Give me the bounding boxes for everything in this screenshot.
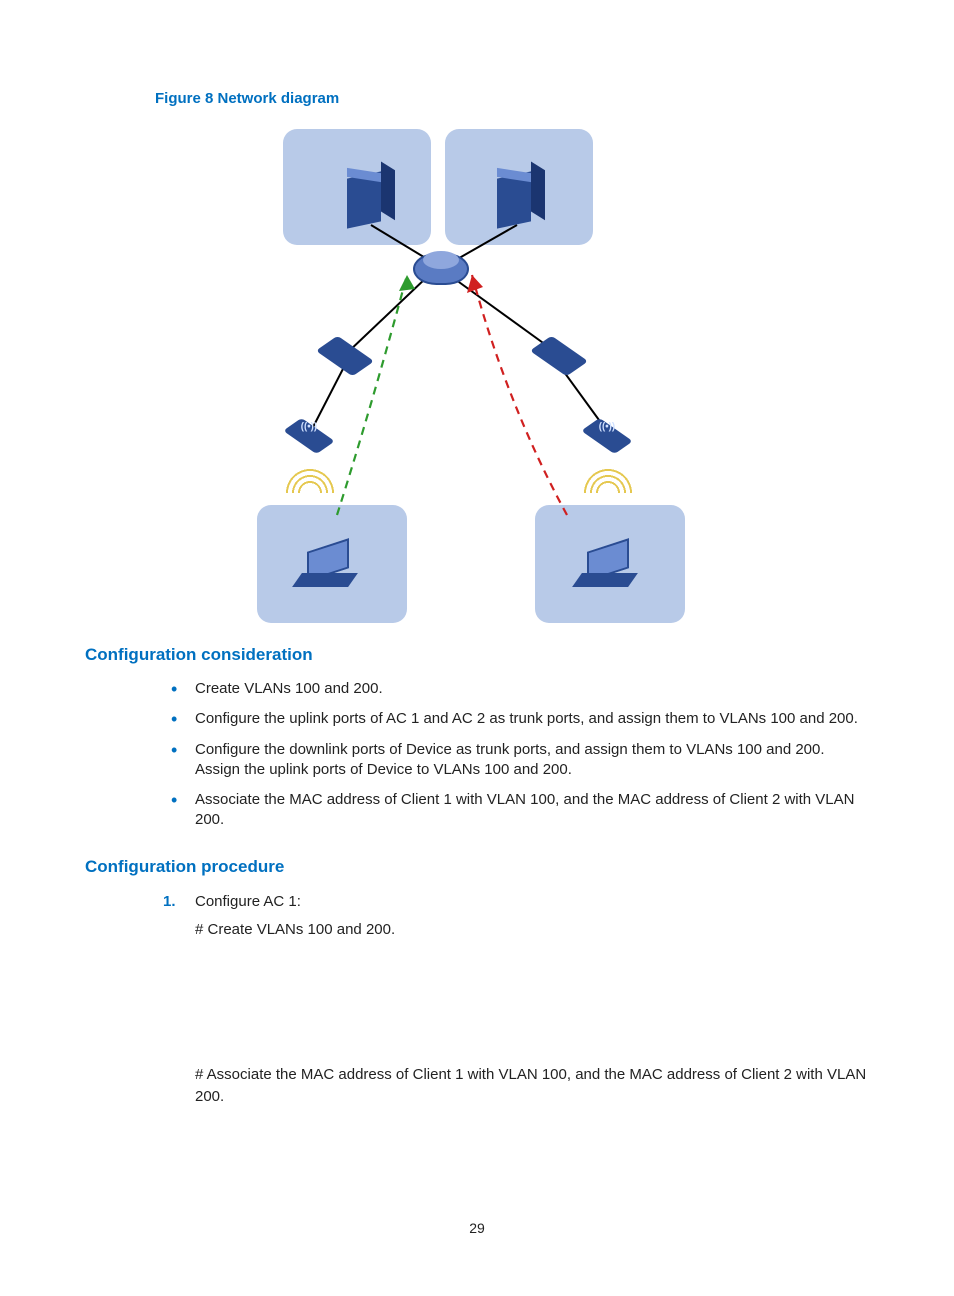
laptop-icon bbox=[577, 545, 637, 583]
access-point-icon bbox=[283, 418, 335, 454]
network-diagram bbox=[257, 125, 697, 615]
figure-caption: Figure 8 Network diagram bbox=[155, 90, 869, 107]
list-item: Configure the downlink ports of Device a… bbox=[165, 736, 869, 787]
step-text: # Associate the MAC address of Client 1 … bbox=[195, 1064, 869, 1109]
switch-icon bbox=[316, 336, 374, 377]
step-body: Configure AC 1: # Create VLANs 100 and 2… bbox=[195, 891, 869, 1109]
figure-container bbox=[85, 125, 869, 615]
laptop-icon bbox=[297, 545, 357, 583]
access-point-icon bbox=[581, 418, 633, 454]
section-heading-consideration: Configuration consideration bbox=[85, 645, 869, 665]
procedure-steps: 1. Configure AC 1: # Create VLANs 100 an… bbox=[155, 887, 869, 1119]
step-text: # Create VLANs 100 and 200. bbox=[195, 919, 869, 942]
section-heading-procedure: Configuration procedure bbox=[85, 857, 869, 877]
consideration-list: Create VLANs 100 and 200. Configure the … bbox=[165, 675, 869, 837]
page-number: 29 bbox=[0, 1220, 954, 1236]
step-item: 1. Configure AC 1: # Create VLANs 100 an… bbox=[155, 887, 869, 1119]
switch-icon bbox=[530, 336, 588, 377]
list-item: Create VLANs 100 and 200. bbox=[165, 675, 869, 705]
router-icon bbox=[413, 253, 469, 285]
code-block-placeholder bbox=[195, 948, 869, 1058]
wifi-signal-icon bbox=[583, 463, 633, 493]
list-item: Associate the MAC address of Client 1 wi… bbox=[165, 786, 869, 837]
step-label: Configure AC 1: bbox=[195, 893, 301, 910]
step-number: 1. bbox=[163, 891, 176, 914]
server-icon bbox=[497, 171, 531, 228]
list-item: Configure the uplink ports of AC 1 and A… bbox=[165, 705, 869, 735]
document-page: Figure 8 Network diagram bbox=[0, 0, 954, 1296]
wifi-signal-icon bbox=[285, 463, 335, 493]
server-icon bbox=[347, 171, 381, 228]
